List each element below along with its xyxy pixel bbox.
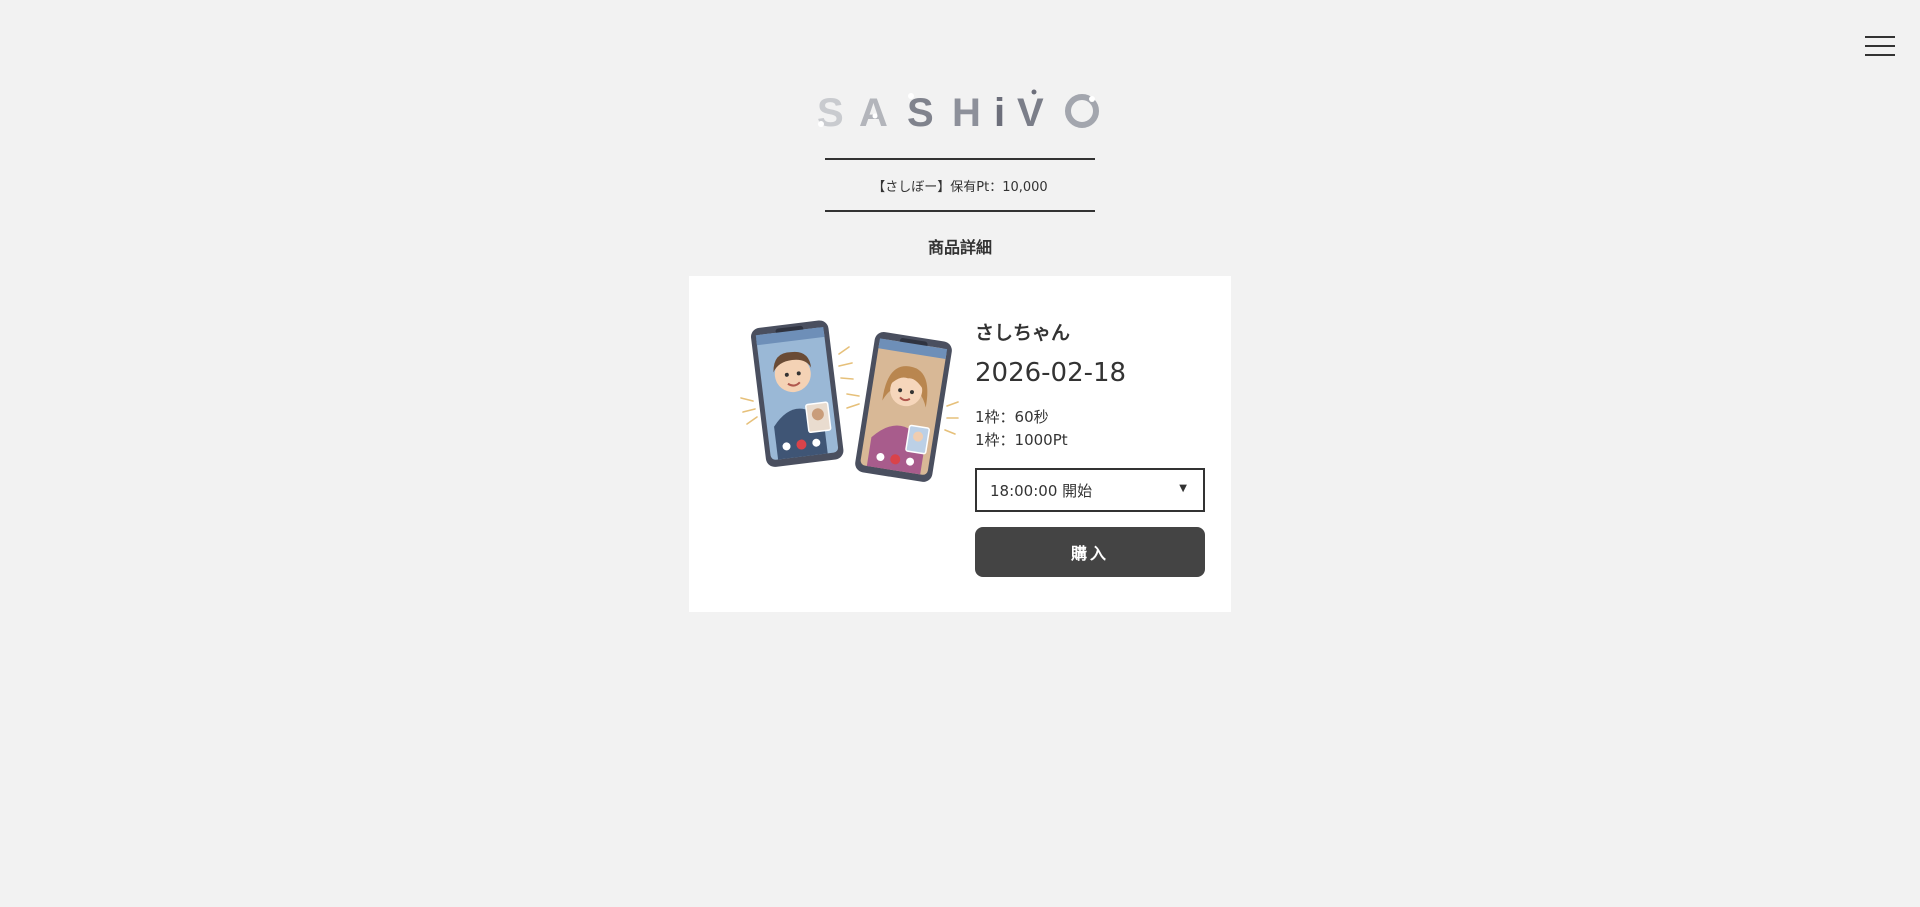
chevron-down-icon: ▼ xyxy=(1179,483,1187,494)
hamburger-menu-icon[interactable] xyxy=(1865,34,1895,58)
menu-line xyxy=(1865,54,1895,56)
svg-text:A: A xyxy=(859,91,888,132)
svg-text:V: V xyxy=(1017,91,1044,132)
video-call-illustration xyxy=(740,320,959,482)
frame-price: 1枠：1000Pt xyxy=(975,431,1068,449)
page-title: 商品詳細 xyxy=(927,238,992,257)
sashivo-logo[interactable]: S A S H i V xyxy=(815,86,1105,132)
svg-text:H: H xyxy=(952,91,981,132)
seller-name: さしちゃん xyxy=(975,322,1071,344)
points-balance: 【さしぼー】保有Pt：10,000 xyxy=(825,158,1095,212)
start-time-value: 18:00:00 開始 xyxy=(990,481,1093,500)
product-card: さしちゃん 2026-02-18 1枠：60秒 1枠：1000Pt 18:00:… xyxy=(689,276,1231,612)
purchase-button[interactable]: 購入 xyxy=(975,527,1205,577)
frame-duration: 1枠：60秒 xyxy=(975,408,1049,426)
svg-text:i: i xyxy=(994,91,1005,132)
frame-info: 1枠：60秒 1枠：1000Pt xyxy=(975,406,1068,452)
start-time-select[interactable]: 18:00:00 開始 ▼ xyxy=(975,468,1205,512)
session-date: 2026-02-18 xyxy=(975,358,1127,388)
menu-line xyxy=(1865,36,1895,38)
menu-line xyxy=(1865,45,1895,47)
